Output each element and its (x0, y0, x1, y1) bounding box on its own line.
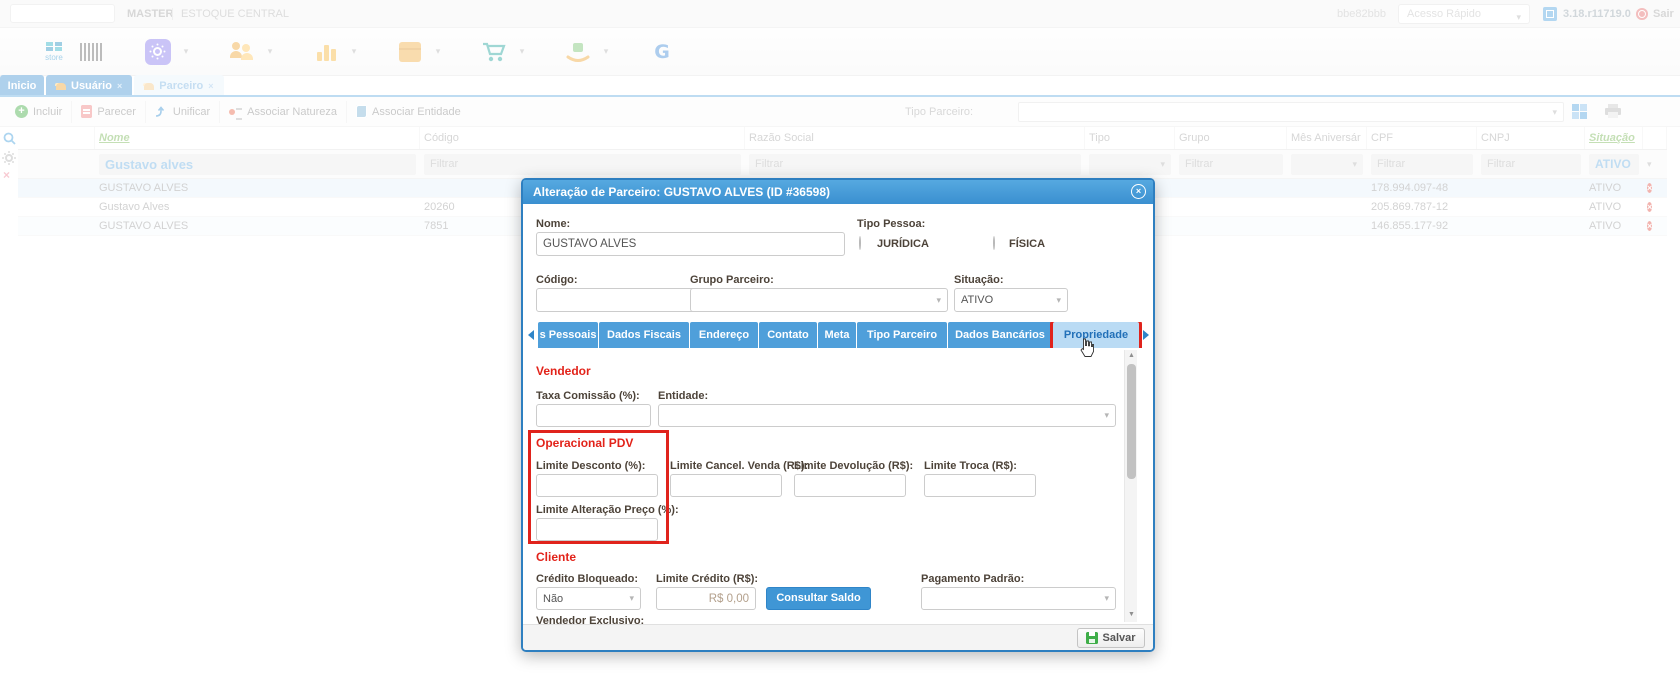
codigo-label: Código: (536, 274, 578, 286)
consultar-saldo-button[interactable]: Consultar Saldo (766, 587, 871, 610)
pagamento-padrao-dropdown[interactable] (921, 587, 1116, 610)
save-icon (1086, 632, 1098, 644)
save-button[interactable]: Salvar (1077, 628, 1145, 648)
pagamento-padrao-label: Pagamento Padrão: (921, 573, 1024, 585)
close-icon[interactable] (1131, 184, 1146, 199)
chevron-down-icon (1104, 593, 1109, 604)
grupo-parceiro-label: Grupo Parceiro: (690, 274, 774, 286)
cliente-section-title: Cliente (536, 550, 576, 564)
modal-scrollbar[interactable] (1124, 350, 1137, 622)
tabs-scroll-left[interactable] (525, 322, 538, 348)
grupo-parceiro-dropdown[interactable] (690, 288, 948, 312)
modal-title: Alteração de Parceiro: GUSTAVO ALVES (ID… (533, 185, 830, 199)
radio-juridica[interactable] (859, 236, 861, 250)
limite-credito-label: Limite Crédito (R$): (656, 573, 758, 585)
app-screen: MASTER ESTOQUE CENTRAL bbe82bbb Acesso R… (0, 0, 1680, 679)
tab-dados-fiscais[interactable]: Dados Fiscais (599, 322, 689, 348)
tab-endereco[interactable]: Endereço (690, 322, 758, 348)
operacional-pdv-section-title: Operacional PDV (536, 436, 633, 450)
limite-devolucao-input[interactable] (794, 474, 906, 497)
limite-alteracao-input[interactable] (536, 518, 658, 541)
limite-troca-input[interactable] (924, 474, 1036, 497)
credito-bloqueado-label: Crédito Bloqueado: (536, 573, 638, 585)
chevron-down-icon (629, 593, 634, 604)
scroll-down-icon[interactable] (1127, 610, 1136, 620)
situacao-label: Situação: (954, 274, 1004, 286)
modal-tab-strip: s Pessoais Dados Fiscais Endereço Contat… (525, 322, 1153, 348)
tab-dados-pessoais[interactable]: s Pessoais (538, 322, 598, 348)
limite-credito-input[interactable] (656, 587, 756, 610)
modal-footer: Salvar (523, 624, 1153, 650)
tab-meta[interactable]: Meta (818, 322, 856, 348)
modal-header[interactable]: Alteração de Parceiro: GUSTAVO ALVES (ID… (523, 180, 1153, 204)
credito-bloqueado-dropdown[interactable]: Não (536, 587, 641, 610)
tab-tipo-parceiro[interactable]: Tipo Parceiro (857, 322, 947, 348)
taxa-comissao-label: Taxa Comissão (%): (536, 390, 640, 402)
limite-alteracao-label: Limite Alteração Preço (%): (536, 504, 679, 516)
limite-cancel-input[interactable] (670, 474, 782, 497)
save-label: Salvar (1102, 632, 1135, 644)
partner-edit-modal: Alteração de Parceiro: GUSTAVO ALVES (ID… (521, 178, 1155, 652)
hand-cursor-icon (1079, 338, 1094, 358)
vendedor-section-title: Vendedor (536, 364, 591, 378)
scroll-up-icon[interactable] (1127, 351, 1136, 361)
situacao-value: ATIVO (961, 294, 993, 306)
limite-devolucao-label: Limite Devolução (R$): (794, 460, 913, 472)
radio-fisica[interactable] (993, 236, 995, 250)
tab-dados-bancarios[interactable]: Dados Bancários (948, 322, 1052, 348)
chevron-down-icon (936, 295, 941, 306)
tipo-pessoa-label: Tipo Pessoa: (857, 218, 925, 230)
tabs-scroll-right[interactable] (1140, 322, 1153, 348)
nome-input[interactable] (536, 232, 845, 256)
entidade-label: Entidade: (658, 390, 708, 402)
limite-cancel-label: Limite Cancel. Venda (R$): (670, 460, 808, 472)
nome-label: Nome: (536, 218, 570, 230)
limite-desconto-input[interactable] (536, 474, 658, 497)
scrollbar-thumb[interactable] (1127, 364, 1136, 479)
limite-desconto-label: Limite Desconto (%): (536, 460, 645, 472)
tab-contato[interactable]: Contato (759, 322, 817, 348)
radio-juridica-label[interactable]: JURÍDICA (877, 238, 929, 250)
codigo-input[interactable] (536, 288, 703, 312)
tab-propriedade[interactable]: Propriedade (1053, 322, 1139, 348)
taxa-comissao-input[interactable] (536, 404, 651, 427)
chevron-down-icon (1056, 295, 1061, 306)
radio-fisica-label[interactable]: FÍSICA (1009, 238, 1045, 250)
situacao-dropdown[interactable]: ATIVO (954, 288, 1068, 312)
chevron-down-icon (1104, 410, 1109, 421)
limite-troca-label: Limite Troca (R$): (924, 460, 1017, 472)
credito-bloqueado-value: Não (543, 593, 563, 605)
entidade-dropdown[interactable] (658, 404, 1116, 427)
